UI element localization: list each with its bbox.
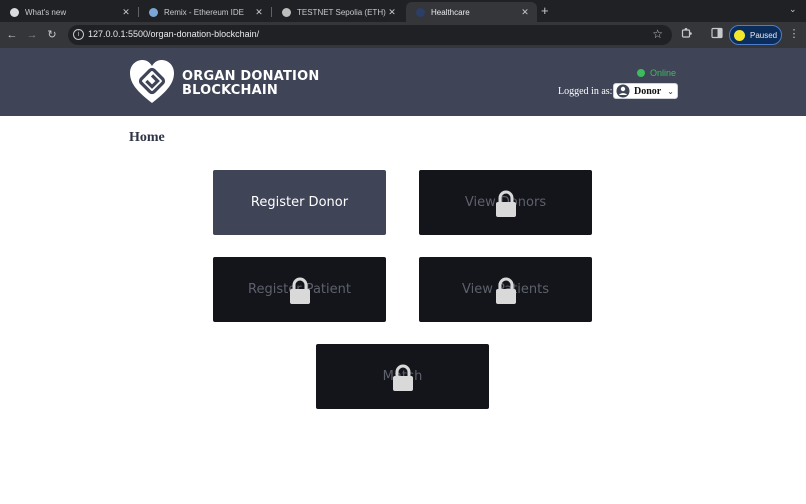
chevron-down-icon: ⌄ [667, 86, 674, 96]
online-dot-icon [637, 69, 645, 77]
brand-line-1: ORGAN DONATION [182, 69, 320, 84]
address-bar[interactable]: i 127.0.0.1:5500/organ-donation-blockcha… [68, 25, 672, 45]
tab-remix[interactable]: Remix - Ethereum IDE ✕ [139, 2, 271, 22]
page-title: Home [129, 130, 165, 145]
chrome-icon [10, 7, 19, 17]
site-header: ORGAN DONATION BLOCKCHAIN Online Logged … [0, 48, 806, 116]
back-arrow-icon[interactable]: ← [4, 27, 20, 43]
lock-icon [289, 277, 310, 304]
brand-line-2: BLOCKCHAIN [182, 83, 279, 98]
user-hand-icon [616, 84, 630, 98]
register-donor-button[interactable]: Register Donor [213, 170, 386, 235]
lock-icon [495, 190, 516, 217]
organ-donation-logo-icon [130, 60, 174, 103]
lock-icon [495, 277, 516, 304]
tab-sepolia[interactable]: TESTNET Sepolia (ETH) Block ✕ [272, 2, 404, 22]
status-text: Online [650, 68, 677, 78]
tab-title: What's new [25, 7, 67, 17]
browser-tab-bar: What's new ✕ Remix - Ethereum IDE ✕ TEST… [0, 0, 806, 22]
tab-title: Healthcare [431, 7, 470, 17]
reload-icon[interactable]: ↻ [44, 27, 60, 43]
role-select[interactable]: Donor ⌄ [613, 83, 678, 99]
tab-title: TESTNET Sepolia (ETH) Block [297, 7, 386, 17]
tab-healthcare[interactable]: Healthcare ✕ [406, 2, 537, 22]
site-info-icon[interactable]: i [73, 29, 84, 40]
tile-label: Register Donor [250, 195, 349, 210]
close-icon[interactable]: ✕ [253, 7, 265, 18]
browser-toolbar: ← → ↻ i 127.0.0.1:5500/organ-donation-bl… [0, 22, 806, 48]
more-menu-icon[interactable]: ⋮ [787, 27, 801, 41]
connection-status: Online [637, 68, 676, 78]
role-value: Donor [634, 85, 662, 97]
view-patients-button[interactable]: View Patients [419, 257, 592, 322]
brand-name: ORGAN DONATION BLOCKCHAIN [182, 70, 319, 98]
url-text[interactable]: 127.0.0.1:5500/organ-donation-blockchain… [88, 29, 259, 39]
new-tab-icon[interactable]: + [541, 3, 549, 18]
profile-avatar-icon [734, 29, 745, 41]
side-panel-icon[interactable] [710, 27, 724, 41]
register-patient-button[interactable]: Register Patient [213, 257, 386, 322]
extensions-icon[interactable] [680, 27, 694, 41]
forward-arrow-icon[interactable]: → [24, 27, 40, 43]
lock-icon [392, 364, 413, 391]
bookmark-star-icon[interactable]: ☆ [652, 27, 663, 41]
tab-whats-new[interactable]: What's new ✕ [0, 2, 138, 22]
etherscan-icon [282, 7, 291, 17]
chevron-down-icon[interactable]: ⌄ [789, 4, 797, 15]
close-icon[interactable]: ✕ [519, 7, 531, 18]
tab-title: Remix - Ethereum IDE [164, 7, 245, 17]
close-icon[interactable]: ✕ [120, 7, 132, 18]
profile-paused-button[interactable]: Paused [729, 25, 782, 45]
remix-icon [149, 7, 158, 17]
match-button[interactable]: Match [316, 344, 489, 409]
view-donors-button[interactable]: View Donors [419, 170, 592, 235]
close-icon[interactable]: ✕ [386, 7, 398, 18]
healthcare-icon [416, 7, 425, 17]
logged-in-label: Logged in as: [558, 86, 613, 97]
profile-label: Paused [750, 30, 778, 40]
